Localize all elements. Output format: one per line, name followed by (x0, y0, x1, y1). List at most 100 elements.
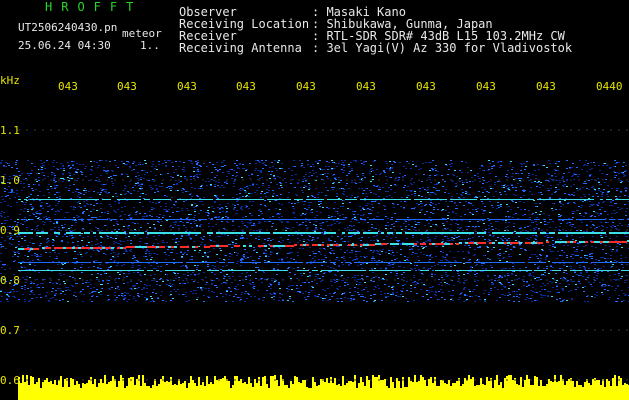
noise-pixel (459, 198, 461, 199)
noise-pixel (281, 163, 283, 164)
noise-pixel (197, 160, 199, 161)
noise-pixel (261, 160, 263, 161)
noise-pixel (307, 197, 309, 198)
noise-pixel (158, 217, 160, 218)
noise-pixel (314, 295, 316, 296)
noise-pixel (136, 288, 138, 289)
noise-pixel (371, 258, 373, 259)
noise-pixel (509, 294, 511, 295)
noise-pixel (47, 238, 49, 239)
noise-pixel (566, 281, 568, 282)
noise-pixel (286, 288, 288, 289)
noise-pixel (235, 213, 237, 214)
noise-pixel (41, 205, 43, 206)
noise-pixel (65, 187, 67, 188)
noise-pixel (401, 274, 403, 275)
noise-pixel (594, 189, 596, 190)
noise-pixel (97, 181, 99, 182)
noise-pixel (67, 212, 69, 213)
noise-pixel (339, 215, 341, 216)
noise-pixel (454, 202, 456, 203)
noise-pixel (57, 203, 59, 204)
noise-pixel (183, 201, 185, 202)
noise-pixel (327, 173, 329, 174)
noise-pixel (23, 183, 25, 184)
noise-pixel (260, 171, 262, 172)
noise-pixel (255, 267, 257, 268)
noise-pixel (311, 286, 313, 287)
noise-pixel (431, 266, 433, 267)
noise-pixel (377, 285, 379, 286)
noise-pixel (171, 207, 173, 208)
noise-pixel (212, 211, 214, 212)
noise-pixel (7, 205, 9, 206)
noise-pixel (279, 220, 281, 221)
noise-pixel (241, 261, 243, 262)
noise-pixel (336, 221, 338, 222)
noise-pixel (247, 222, 249, 223)
noise-pixel (194, 250, 196, 251)
noise-pixel (226, 221, 228, 222)
noise-pixel (337, 208, 339, 209)
noise-pixel (181, 257, 183, 258)
noise-pixel (546, 266, 548, 267)
noise-pixel (610, 226, 612, 227)
noise-pixel (161, 174, 163, 175)
noise-pixel (278, 203, 280, 204)
noise-pixel (403, 277, 405, 278)
noise-pixel (24, 267, 26, 268)
noise-pixel (258, 269, 260, 270)
noise-pixel (526, 271, 528, 272)
noise-pixel (534, 292, 536, 293)
noise-pixel (213, 180, 215, 181)
noise-pixel (555, 227, 557, 228)
noise-pixel (326, 221, 328, 222)
noise-pixel (195, 161, 197, 162)
noise-pixel (297, 267, 299, 268)
noise-pixel (333, 208, 335, 209)
noise-pixel (135, 183, 137, 184)
noise-pixel (502, 220, 504, 221)
noise-pixel (165, 165, 167, 166)
noise-pixel (566, 234, 568, 235)
noise-pixel (536, 277, 538, 278)
noise-pixel (56, 162, 58, 163)
noise-pixel (207, 256, 209, 257)
noise-pixel (464, 214, 466, 215)
noise-pixel (416, 293, 418, 294)
noise-pixel (24, 299, 26, 300)
noise-pixel (355, 251, 357, 252)
noise-pixel (85, 190, 87, 191)
noise-pixel (537, 164, 539, 165)
noise-pixel (505, 227, 507, 228)
noise-pixel (348, 265, 350, 266)
noise-pixel (497, 181, 499, 182)
noise-pixel (415, 224, 417, 225)
noise-pixel (225, 283, 227, 284)
noise-pixel (602, 165, 604, 166)
noise-pixel (88, 180, 90, 181)
noise-pixel (566, 168, 568, 169)
noise-pixel (6, 299, 8, 300)
noise-pixel (502, 258, 504, 259)
noise-pixel (347, 277, 349, 278)
noise-pixel (478, 191, 480, 192)
noise-pixel (364, 231, 366, 232)
noise-pixel (361, 163, 363, 164)
noise-pixel (383, 171, 385, 172)
noise-pixel (502, 236, 504, 237)
noise-pixel (457, 273, 459, 274)
noise-pixel (286, 221, 288, 222)
noise-pixel (302, 201, 304, 202)
noise-pixel (552, 240, 554, 241)
noise-pixel (285, 228, 287, 229)
noise-pixel (445, 229, 447, 230)
noise-pixel (563, 181, 565, 182)
noise-pixel (488, 160, 490, 161)
noise-pixel (195, 290, 197, 291)
noise-pixel (190, 291, 192, 292)
noise-pixel (257, 170, 259, 171)
noise-pixel (62, 291, 64, 292)
noise-pixel (407, 257, 409, 258)
noise-pixel (429, 287, 431, 288)
